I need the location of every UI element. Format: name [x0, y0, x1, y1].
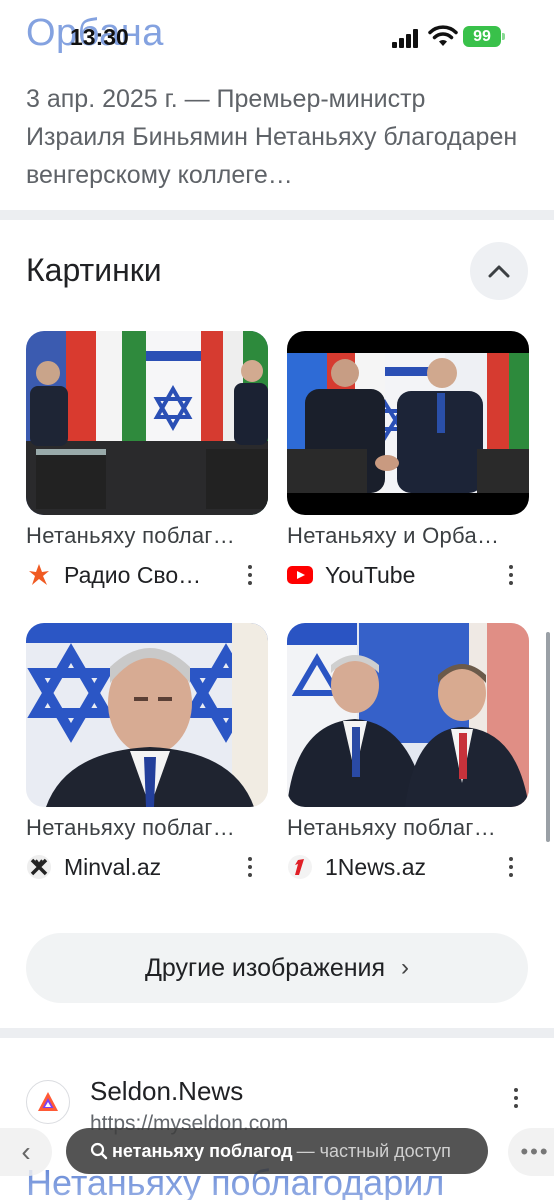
more-images-label: Другие изображения	[144, 953, 386, 982]
source-name[interactable]: Радио Сво…	[64, 562, 201, 589]
result-site-name[interactable]: Seldon.News	[90, 1076, 243, 1107]
image-thumbnail[interactable]	[26, 623, 268, 807]
images-section-title: Картинки	[26, 252, 162, 288]
address-bar[interactable]: нетаньяху поблагод — частный доступ	[66, 1128, 488, 1174]
image-card[interactable]: Нетаньяху и Орба… YouTube	[287, 331, 529, 589]
image-card[interactable]: Нетаньяху поблаг… Радио Сво…	[26, 331, 268, 589]
more-options-icon[interactable]	[244, 563, 256, 587]
source-name[interactable]: Minval.az	[64, 854, 161, 881]
image-caption: Нетаньяху поблаг…	[287, 815, 497, 840]
section-divider	[0, 1028, 554, 1038]
1news-icon	[287, 854, 313, 880]
chevron-left-icon: ‹	[21, 1136, 31, 1167]
image-thumbnail[interactable]	[287, 331, 529, 515]
cellular-signal-icon	[392, 28, 424, 48]
wifi-icon	[428, 24, 458, 48]
image-caption: Нетаньяху и Орба…	[287, 523, 500, 548]
battery-icon: 99	[463, 26, 505, 47]
image-caption: Нетаньяху поблаг…	[26, 523, 236, 548]
site-logo[interactable]	[26, 1080, 70, 1124]
chevron-up-icon	[488, 265, 510, 278]
status-time: 13:30	[70, 24, 129, 50]
more-options-icon[interactable]	[244, 855, 256, 879]
result-snippet: 3 апр. 2025 г. — Премьер-министр Израиля…	[26, 85, 518, 189]
more-options-icon[interactable]	[505, 855, 517, 879]
image-card[interactable]: Нетаньяху поблаг… Minval.az	[26, 623, 268, 881]
search-icon	[90, 1142, 108, 1160]
youtube-icon	[287, 562, 313, 588]
status-bar: 13:30 99	[0, 0, 554, 70]
image-card[interactable]: Нетаньяху поблаг… 1News.az	[287, 623, 529, 881]
more-menu-icon[interactable]: •••	[508, 1128, 554, 1176]
image-caption: Нетаньяху поблаг…	[26, 815, 236, 840]
collapse-button[interactable]	[470, 242, 528, 300]
private-mode-label: — частный доступ	[296, 1140, 451, 1161]
section-divider	[0, 210, 554, 220]
scrollbar[interactable]	[546, 632, 550, 842]
image-thumbnail[interactable]	[26, 331, 268, 515]
chevron-right-icon: ›	[401, 954, 410, 981]
more-options-icon[interactable]	[510, 1086, 522, 1112]
more-images-button[interactable]: Другие изображения ›	[26, 933, 528, 1003]
radio-svoboda-icon	[26, 562, 52, 588]
seldon-logo-icon	[38, 1092, 58, 1111]
source-name[interactable]: YouTube	[325, 562, 415, 589]
back-button[interactable]: ‹	[0, 1128, 52, 1176]
address-query: нетаньяху поблагод	[112, 1140, 293, 1161]
minval-icon	[26, 854, 52, 880]
more-options-icon[interactable]	[505, 563, 517, 587]
image-thumbnail[interactable]	[287, 623, 529, 807]
source-name[interactable]: 1News.az	[325, 854, 426, 881]
